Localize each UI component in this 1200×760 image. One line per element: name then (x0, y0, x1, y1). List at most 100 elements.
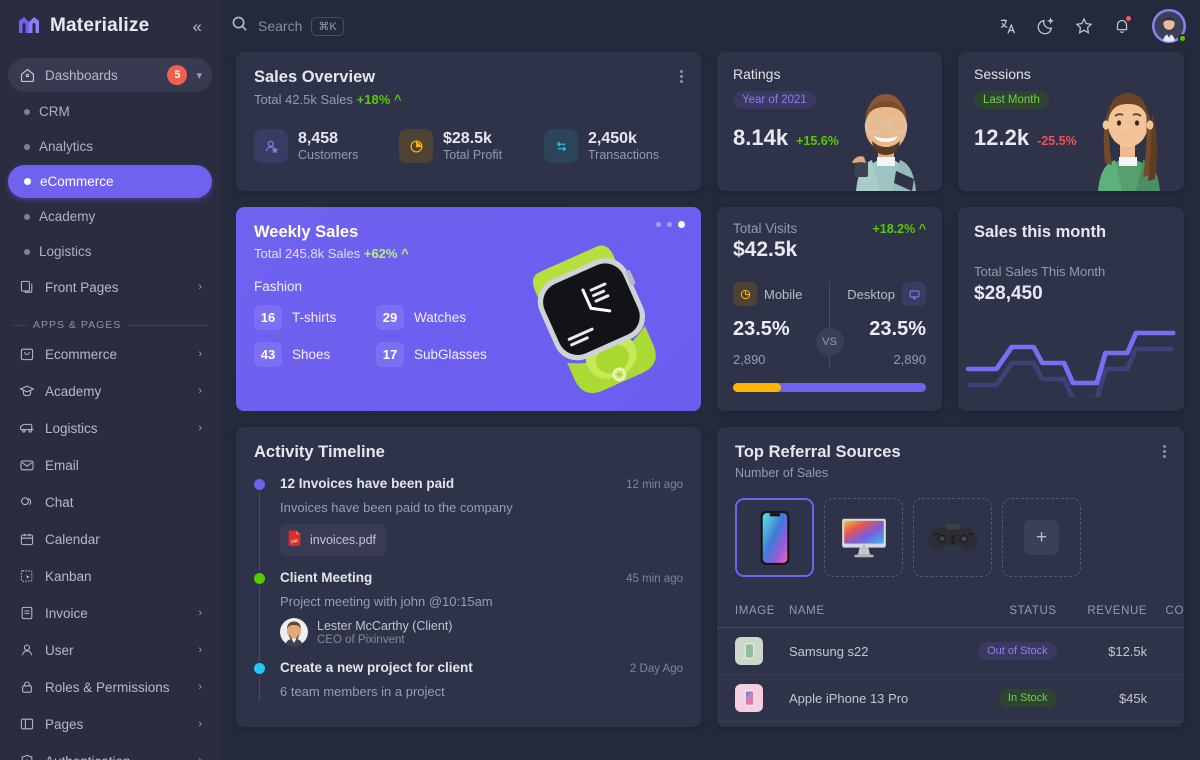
avatar[interactable] (1152, 9, 1187, 43)
translate-icon[interactable] (994, 12, 1022, 40)
sidebar-item-ecommerce[interactable]: eCommerce (8, 165, 212, 198)
dashboard-grid: Sales Overview Total 42.5k Sales +18% ^ (236, 52, 1184, 727)
mobile-count: 2,890 (733, 352, 766, 367)
th-image: IMAGE (717, 595, 783, 628)
sidebar-item-label: Kanban (45, 568, 92, 584)
cell-status (948, 721, 1063, 727)
male-avatar-illustration (834, 79, 938, 191)
carousel-dot[interactable] (667, 222, 672, 227)
product-thumb-phone[interactable] (735, 498, 814, 577)
timeline-bullet (254, 663, 265, 674)
sidebar-item-chat[interactable]: Chat (8, 485, 212, 519)
th-revenue: REVENUE (1062, 595, 1154, 628)
total-visits-header: Total Visits +18.2% ^ (733, 221, 926, 236)
search-input[interactable]: Search ⌘K (230, 14, 344, 38)
card-title: Sales Overview (254, 68, 376, 86)
add-product-button[interactable]: + (1024, 520, 1059, 555)
sidebar-item-label: Logistics (39, 244, 92, 259)
sidebar-item-authentication[interactable]: Authentication › (8, 744, 212, 760)
desktop-count: 2,890 (893, 352, 926, 367)
status-badge: Out of Stock (978, 642, 1057, 660)
more-options-icon[interactable] (1163, 443, 1166, 460)
chevron-right-icon: › (198, 422, 202, 434)
mail-icon (18, 456, 36, 474)
sidebar-item-label: Chat (45, 494, 74, 510)
bullet-icon (24, 248, 30, 255)
sidebar-item-academy[interactable]: Academy (8, 200, 212, 233)
cell-revenue: $45k (1062, 674, 1154, 722)
sidebar-item-pages[interactable]: Pages › (8, 707, 212, 741)
sidebar-item-invoice[interactable]: Invoice › (8, 596, 212, 630)
sidebar-item-calendar[interactable]: Calendar (8, 522, 212, 556)
sidebar-item-logistics-app[interactable]: Logistics › (8, 411, 212, 445)
cell-status: In Stock (948, 674, 1063, 722)
product-thumb-imac[interactable] (824, 498, 903, 577)
sales-trend-chart (965, 311, 1184, 402)
table-row[interactable]: Apple iPhone 13 Pro In Stock $45k (717, 674, 1184, 722)
sidebar-item-analytics[interactable]: Analytics (8, 130, 212, 163)
more-options-icon[interactable] (680, 68, 683, 85)
person-name: Lester McCarthy (Client) (317, 618, 453, 633)
dashboard-content: Sales Overview Total 42.5k Sales +18% ^ (220, 52, 1200, 760)
sidebar-item-ecommerce-app[interactable]: Ecommerce › (8, 337, 212, 371)
notification-dot (1125, 15, 1132, 22)
stat-transactions: 2,450k Transactions (544, 129, 683, 163)
bell-icon[interactable] (1108, 12, 1136, 40)
sidebar-item-dashboards[interactable]: Dashboards 5 ▾ (8, 58, 212, 92)
trend-up-icon: ^ (401, 246, 409, 261)
ratings-value: 8.14k (733, 125, 789, 150)
table-head: IMAGE NAME STATUS REVENUE CO (717, 595, 1184, 628)
trend-up-icon: ^ (393, 92, 402, 107)
sales-this-month-value: $28,450 (974, 283, 1043, 304)
table-row[interactable]: Samsung s22 Out of Stock $12.5k (717, 627, 1184, 675)
sidebar-item-user[interactable]: User › (8, 633, 212, 667)
stat-text: 8,458 Customers (298, 130, 358, 162)
timeline-time: 45 min ago (626, 573, 683, 585)
chevron-right-icon: › (198, 644, 202, 656)
sales-overview-titles: Sales Overview Total 42.5k Sales +18% ^ (254, 68, 401, 107)
sessions-card: Sessions Last Month 12.2k -25.5% (958, 52, 1184, 191)
item-count: 16 (254, 305, 282, 330)
bullet-icon (24, 108, 30, 115)
dashboards-badge: 5 (167, 65, 188, 85)
pages-icon (18, 715, 36, 733)
timeline-connector (259, 676, 260, 701)
sales-overview-total: Total 42.5k Sales +18% ^ (254, 92, 401, 107)
moon-icon[interactable] (1032, 12, 1060, 40)
carousel-dots[interactable] (656, 221, 685, 228)
sidebar-collapse-icon[interactable]: « (189, 16, 206, 37)
timeline-bullet (254, 479, 265, 490)
top-navbar: Search ⌘K (220, 0, 1200, 52)
timeline-title: Create a new project for client (280, 660, 473, 675)
sidebar-item-email[interactable]: Email (8, 448, 212, 482)
carousel-dot[interactable] (656, 222, 661, 227)
table-row[interactable] (717, 721, 1184, 727)
sidebar-item-front-pages[interactable]: Front Pages › (8, 270, 212, 304)
product-thumbnails: + (717, 480, 1184, 577)
item-label: T-shirts (292, 310, 337, 325)
total-visits-card: Total Visits +18.2% ^ $42.5k Mobile 23.5… (717, 207, 942, 411)
visits-mobile: Mobile 23.5% 2,890 (733, 282, 817, 367)
delta-value: +18.2% (872, 221, 916, 236)
sidebar-item-label: Invoice (45, 605, 88, 621)
carousel-dot-active[interactable] (678, 221, 685, 228)
th-conversion: CO (1153, 595, 1184, 628)
product-thumb-gamepad[interactable] (913, 498, 992, 577)
sidebar-item-label: User (45, 642, 74, 658)
monitor-icon (902, 282, 926, 306)
bullet-icon (24, 178, 31, 185)
star-icon[interactable] (1070, 12, 1098, 40)
timeline-connector (259, 492, 260, 572)
search-placeholder: Search (258, 18, 303, 34)
sidebar-item-crm[interactable]: CRM (8, 95, 212, 128)
sidebar-item-roles-permissions[interactable]: Roles & Permissions › (8, 670, 212, 704)
card-subtitle: Number of Sales (735, 466, 829, 480)
sidebar-item-academy-app[interactable]: Academy › (8, 374, 212, 408)
referral-titles: Top Referral Sources Number of Sales (735, 443, 901, 480)
attachment-chip[interactable]: pdf invoices.pdf (280, 524, 388, 556)
sidebar-item-kanban[interactable]: Kanban (8, 559, 212, 593)
sidebar-item-logistics[interactable]: Logistics (8, 235, 212, 268)
product-thumb-add[interactable]: + (1002, 498, 1081, 577)
total-label: Total 245.8k Sales (254, 246, 361, 261)
card-title: Top Referral Sources (735, 443, 901, 461)
